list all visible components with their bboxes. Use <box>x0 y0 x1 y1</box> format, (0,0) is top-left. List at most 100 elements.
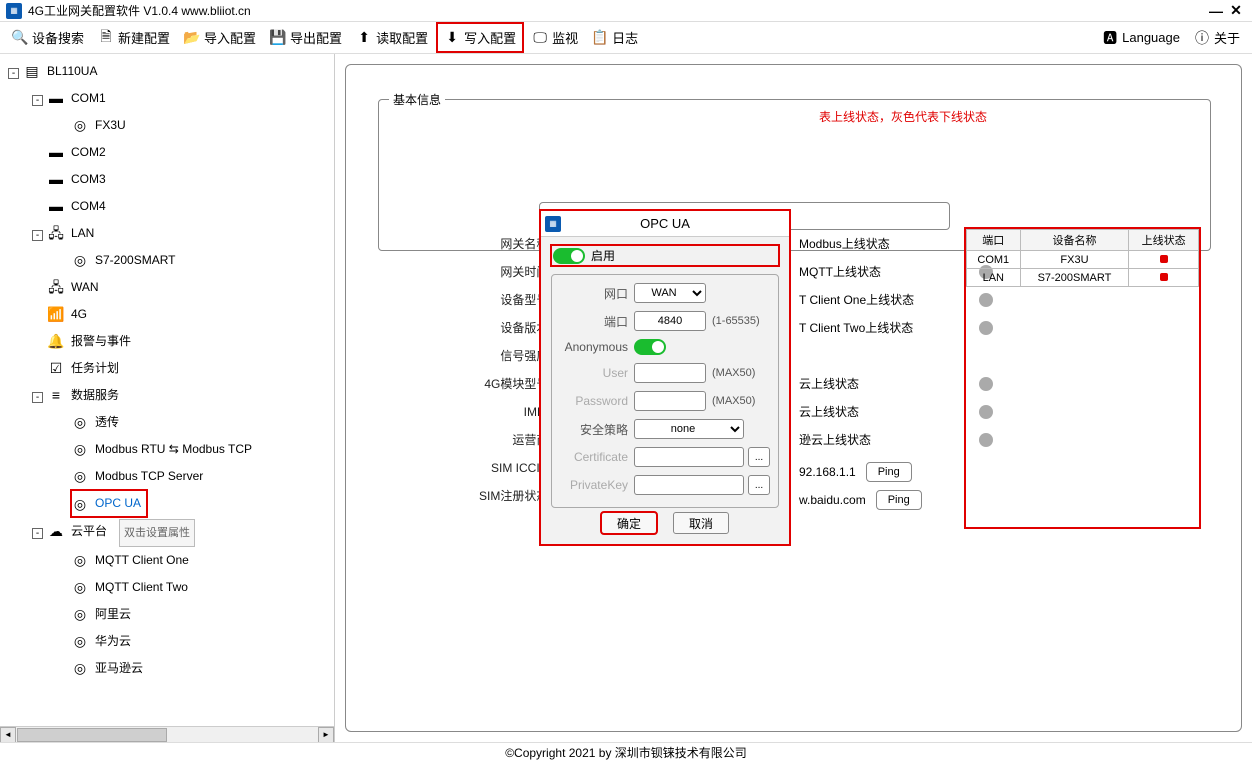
export-icon: 💾 <box>270 30 286 46</box>
tree-mqtt2[interactable]: ◎MQTT Client Two <box>71 574 194 600</box>
expander[interactable]: - <box>8 68 19 79</box>
ip-value: 92.168.1.1 <box>799 465 856 479</box>
dialog-title: ▦ OPC UA <box>541 211 789 237</box>
app-icon: ▦ <box>6 3 22 19</box>
opcua-dialog: ▦ OPC UA 启用 网口 WAN 端口 (1-65535) Anonymou… <box>540 210 790 545</box>
cloud-tip: 双击设置属性 <box>119 519 195 547</box>
about-button[interactable]: ⓘ关于 <box>1188 24 1246 51</box>
about-icon: ⓘ <box>1194 30 1210 46</box>
new-icon: 🗎 <box>98 30 114 46</box>
device-table: 端口设备名称上线状态 COM1FX3U LANS7-200SMART <box>965 228 1200 528</box>
dialog-icon: ▦ <box>545 216 561 232</box>
target-icon: ◎ <box>71 551 89 569</box>
user-input[interactable] <box>634 363 706 383</box>
target-icon: ◎ <box>71 605 89 623</box>
table-row[interactable]: COM1FX3U <box>967 251 1199 269</box>
antenna-icon: 📶 <box>47 305 65 323</box>
expander[interactable]: - <box>32 95 43 106</box>
target-icon: ◎ <box>71 632 89 650</box>
tree-com3[interactable]: ▬COM3 <box>47 166 112 192</box>
titlebar: ▦ 4G工业网关配置软件 V1.0.4 www.bliiot.cn — ✕ <box>0 0 1252 22</box>
tree-mtcp-server[interactable]: ◎Modbus TCP Server <box>71 463 209 489</box>
monitor-icon: 🖵 <box>532 30 548 46</box>
cancel-button[interactable]: 取消 <box>673 512 729 534</box>
target-icon: ◎ <box>71 440 89 458</box>
language-button[interactable]: 🅰Language <box>1096 26 1186 50</box>
search-device-button[interactable]: 🔍设备搜索 <box>6 24 90 51</box>
database-icon: ≡ <box>47 386 65 404</box>
toolbar: 🔍设备搜索 🗎新建配置 📂导入配置 💾导出配置 ⬆读取配置 ⬇写入配置 🖵监视 … <box>0 22 1252 54</box>
new-config-button[interactable]: 🗎新建配置 <box>92 24 176 51</box>
language-icon: 🅰 <box>1102 30 1118 46</box>
tree-ali[interactable]: ◎阿里云 <box>71 601 137 627</box>
expander[interactable]: - <box>32 528 43 539</box>
tree-root[interactable]: ▤BL110UA <box>23 58 103 84</box>
table-row[interactable]: LANS7-200SMART <box>967 269 1199 287</box>
basic-fieldset: 基本信息 表上线状态，灰色代表下线状态 网关名称 网关时间 设备型号 设备版本 … <box>378 99 1211 251</box>
password-input[interactable] <box>634 391 706 411</box>
ip-value: w.baidu.com <box>799 493 866 507</box>
port-icon: ▬ <box>47 143 65 161</box>
ok-button[interactable]: 确定 <box>601 512 657 534</box>
tree-lan[interactable]: 🖧LAN <box>47 220 100 246</box>
tree-scrollbar[interactable]: ◄► <box>0 726 334 742</box>
tree-s7200[interactable]: ◎S7-200SMART <box>71 247 181 273</box>
tree-passthrough[interactable]: ◎透传 <box>71 409 125 435</box>
expander[interactable]: - <box>32 392 43 403</box>
tree-alarm[interactable]: 🔔报警与事件 <box>47 328 137 354</box>
cloud-icon: ☁ <box>47 522 65 540</box>
status-red-icon <box>1160 255 1168 263</box>
netport-select[interactable]: WAN <box>634 283 706 303</box>
read-config-button[interactable]: ⬆读取配置 <box>350 24 434 51</box>
log-icon: 📋 <box>592 30 608 46</box>
expander[interactable]: - <box>32 230 43 241</box>
tree-mrtu-mtcp[interactable]: ◎Modbus RTU ⇆ Modbus TCP <box>71 436 258 462</box>
close-button[interactable]: ✕ <box>1226 2 1246 19</box>
policy-select[interactable]: none <box>634 419 744 439</box>
port-icon: ▬ <box>47 89 65 107</box>
tree-com2[interactable]: ▬COM2 <box>47 139 112 165</box>
lan-icon: 🖧 <box>47 224 65 242</box>
minimize-button[interactable]: — <box>1206 3 1226 19</box>
tree-opcua[interactable]: ◎OPC UA <box>71 490 147 517</box>
label-column: 网关名称 网关时间 设备型号 设备版本 信号强度 4G模块型号 IMEI 运营商… <box>479 230 548 510</box>
export-config-button[interactable]: 💾导出配置 <box>264 24 348 51</box>
tree-dataservice[interactable]: ≡数据服务 <box>47 382 125 408</box>
read-icon: ⬆ <box>356 30 372 46</box>
anonymous-toggle[interactable] <box>634 339 666 355</box>
port-input[interactable] <box>634 311 706 331</box>
target-icon: ◎ <box>71 413 89 431</box>
enable-toggle[interactable] <box>553 248 585 264</box>
tree-pane: -▤BL110UA -▬COM1 ◎FX3U ▬COM2 ▬COM3 ▬COM4… <box>0 54 335 742</box>
tree-cloud[interactable]: ☁云平台 <box>47 518 113 544</box>
pkey-browse-button[interactable]: ... <box>748 475 770 495</box>
ping-button-1[interactable]: Ping <box>866 462 912 482</box>
tree-4g[interactable]: 📶4G <box>47 301 93 327</box>
tree-fx3u[interactable]: ◎FX3U <box>71 112 132 138</box>
tree-huawei[interactable]: ◎华为云 <box>71 628 137 654</box>
tree-aws[interactable]: ◎亚马逊云 <box>71 655 149 681</box>
enable-label: 启用 <box>591 247 615 264</box>
task-icon: ☑ <box>47 359 65 377</box>
splitter[interactable] <box>328 54 334 742</box>
port-icon: ▬ <box>47 170 65 188</box>
ip-list: 92.168.1.1Ping w.baidu.comPing <box>799 458 922 514</box>
tree-mqtt1[interactable]: ◎MQTT Client One <box>71 547 195 573</box>
tree-task[interactable]: ☑任务计划 <box>47 355 125 381</box>
import-config-button[interactable]: 📂导入配置 <box>178 24 262 51</box>
basic-title: 基本信息 <box>389 91 445 108</box>
search-icon: 🔍 <box>12 30 28 46</box>
tree-com1[interactable]: ▬COM1 <box>47 85 112 111</box>
cert-input[interactable] <box>634 447 744 467</box>
cert-browse-button[interactable]: ... <box>748 447 770 467</box>
ping-button-2[interactable]: Ping <box>876 490 922 510</box>
tree-wan[interactable]: 🖧WAN <box>47 274 105 300</box>
log-button[interactable]: 📋日志 <box>586 24 644 51</box>
pkey-input[interactable] <box>634 475 744 495</box>
status-note: 表上线状态，灰色代表下线状态 <box>819 108 987 125</box>
monitor-button[interactable]: 🖵监视 <box>526 24 584 51</box>
tree-com4[interactable]: ▬COM4 <box>47 193 112 219</box>
write-config-button[interactable]: ⬇写入配置 <box>436 22 524 53</box>
basic-panel: 基本信息 表上线状态，灰色代表下线状态 网关名称 网关时间 设备型号 设备版本 … <box>345 64 1242 732</box>
target-icon: ◎ <box>71 467 89 485</box>
